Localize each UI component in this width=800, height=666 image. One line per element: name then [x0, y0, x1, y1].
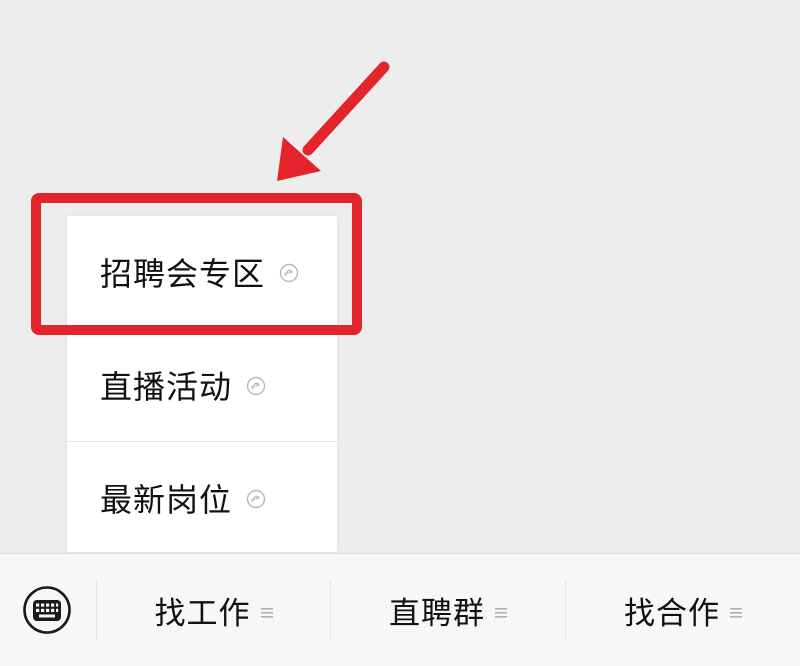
bottom-menu-bar: 找工作 直聘群 找合作: [0, 553, 800, 666]
menu-lines-icon: [730, 605, 742, 619]
tab-label: 直聘群: [389, 595, 485, 632]
tab-label: 找合作: [624, 595, 720, 632]
keyboard-toggle-button[interactable]: [22, 585, 72, 635]
highlight-box: [31, 193, 362, 335]
tab-find-cooperation[interactable]: 找合作: [566, 554, 800, 666]
menu-item-latest-positions[interactable]: 最新岗位: [67, 442, 337, 554]
tab-label: 找工作: [154, 595, 251, 632]
mini-program-icon: [246, 376, 266, 396]
menu-lines-icon: [260, 605, 273, 619]
menu-item-live-events[interactable]: 直播活动: [67, 329, 337, 441]
menu-item-label: 直播活动: [100, 368, 233, 406]
tab-find-job[interactable]: 找工作: [97, 554, 330, 666]
keyboard-icon: [23, 586, 71, 634]
menu-lines-icon: [495, 605, 507, 619]
mini-program-icon: [246, 489, 266, 509]
menu-item-label: 最新岗位: [100, 481, 233, 519]
tab-recruit-group[interactable]: 直聘群: [331, 554, 565, 666]
